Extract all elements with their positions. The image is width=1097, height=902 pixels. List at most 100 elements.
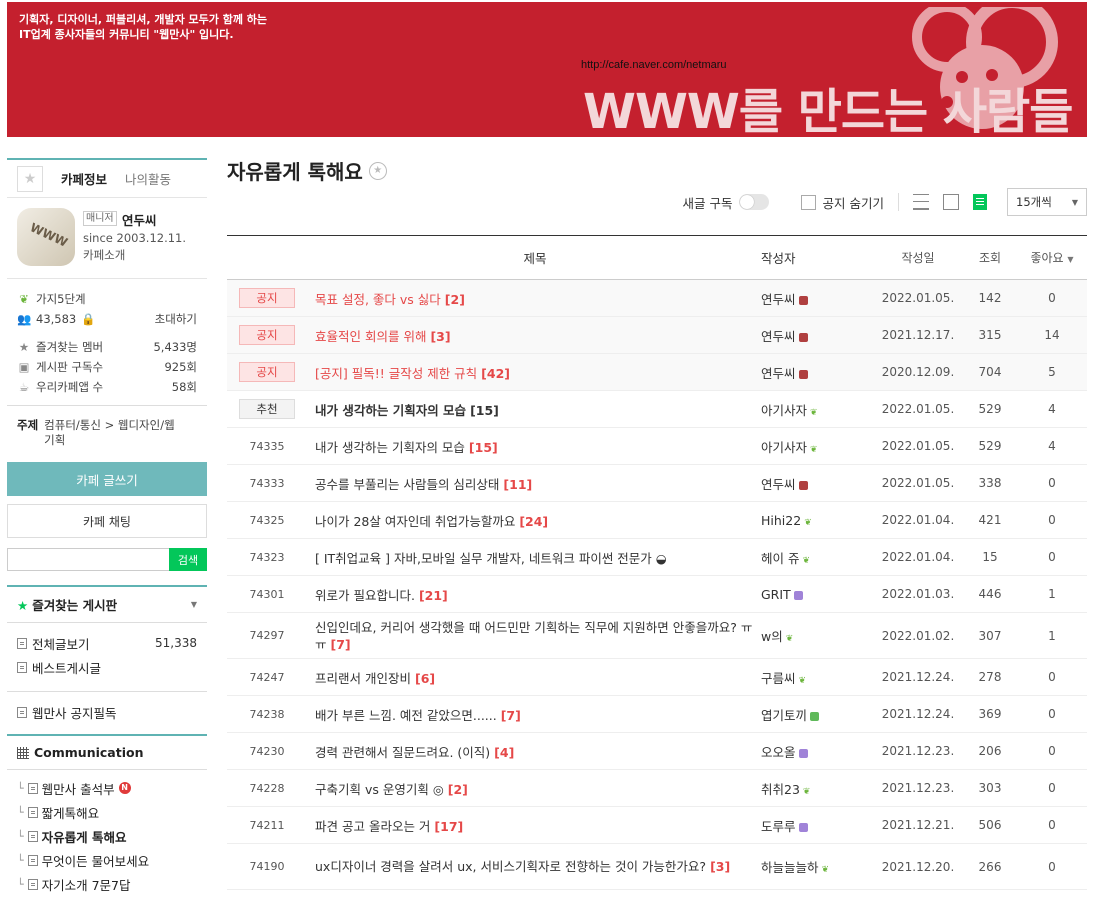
table-row[interactable]: 74247 프리랜서 개인장비 [6] 구름씨 ❦ 2021.12.24. 278 … — [227, 658, 1087, 696]
invite-link[interactable]: 초대하기 — [155, 311, 197, 327]
cafe-avatar[interactable]: WWW — [17, 208, 75, 266]
post-author[interactable]: 연두씨 — [761, 292, 796, 307]
post-title[interactable]: 나이가 28살 여자인데 취업가능할까요 — [315, 514, 515, 529]
table-row[interactable]: 74230 경력 관련해서 질문드려요. (이직) [4] 오오올 2021.12… — [227, 732, 1087, 770]
post-title[interactable]: 파견 공고 올라오는 거 — [315, 819, 430, 834]
post-title[interactable]: 효율적인 회의를 위해 — [315, 329, 426, 344]
favorite-boards-header[interactable]: ★ 즐겨찾는 게시판 ▼ — [7, 585, 207, 623]
post-title[interactable]: 구축기획 vs 운영기획 ◎ — [315, 782, 444, 797]
table-row[interactable]: 공지 목표 설정, 좋다 vs 싫다 [2] 연두씨 2022.01.05. 14… — [227, 279, 1087, 317]
card-view-icon[interactable] — [943, 194, 959, 210]
table-row[interactable]: 74190 ux디자이너 경력을 살려서 ux, 서비스기획자로 전향하는 것이… — [227, 843, 1087, 890]
post-author[interactable]: 구름씨 — [761, 671, 796, 686]
post-title[interactable]: 위로가 필요합니다. — [315, 588, 415, 603]
text-view-icon[interactable] — [973, 194, 987, 210]
post-author[interactable]: 도루루 — [761, 819, 796, 834]
post-title[interactable]: 목표 설정, 좋다 vs 싫다 — [315, 292, 441, 307]
tab-my-activity[interactable]: 나의활동 — [125, 169, 171, 188]
board-short-talk[interactable]: └ 짧게톡해요 — [17, 800, 197, 824]
post-title[interactable]: 배가 부른 느낌. 예전 같았으면...... — [315, 708, 497, 723]
star-icon[interactable]: ★ — [17, 165, 43, 192]
post-author[interactable]: 연두씨 — [761, 329, 796, 344]
table-row[interactable]: 74211 파견 공고 올라오는 거 [17] 도루루 2021.12.21. 5… — [227, 806, 1087, 844]
post-title[interactable]: 신입인데요, 커리어 생각했을 때 어드민만 기획하는 직무에 지원하면 안좋을… — [315, 620, 752, 652]
board-introduction[interactable]: └ 자기소개 7문7답 — [17, 872, 197, 896]
post-author[interactable]: 아기사자 — [761, 440, 807, 455]
manager-name[interactable]: 연두씨 — [122, 210, 157, 229]
hide-notice-label[interactable]: 공지 숨기기 — [823, 193, 884, 212]
member-count[interactable]: 43,583 — [36, 312, 76, 326]
post-author[interactable]: 헤이 쥬 — [761, 551, 799, 566]
comment-count[interactable]: [42] — [481, 366, 510, 381]
comment-count[interactable]: [3] — [430, 329, 450, 344]
table-row[interactable]: 74301 위로가 필요합니다. [21] GRIT 2022.01.03. 44… — [227, 575, 1087, 613]
col-likes[interactable]: 좋아요 ▼ — [1017, 235, 1087, 280]
table-row[interactable]: 74323 [ IT취업교육 ] 자바,모바일 실무 개발자, 네트워크 파이썬… — [227, 538, 1087, 576]
post-title[interactable]: [ IT취업교육 ] 자바,모바일 실무 개발자, 네트워크 파이썬 전문가 ◒ — [315, 551, 667, 566]
post-title[interactable]: [공지] 필독!! 글작성 제한 규칙 — [315, 366, 477, 381]
comment-count[interactable]: [15] — [470, 403, 499, 418]
search-input[interactable] — [7, 548, 169, 571]
member-level-icon — [798, 748, 808, 758]
cafe-intro-link[interactable]: 카페소개 — [83, 247, 125, 263]
post-author[interactable]: 취취23 — [761, 782, 800, 797]
search-button[interactable]: 검색 — [169, 548, 207, 571]
table-row[interactable]: 공지 [공지] 필독!! 글작성 제한 규칙 [42] 연두씨 2020.12.0… — [227, 353, 1087, 391]
table-row[interactable]: 74325 나이가 28살 여자인데 취업가능할까요 [24] Hihi22 ❦ 2… — [227, 501, 1087, 539]
post-author[interactable]: 연두씨 — [761, 477, 796, 492]
table-row[interactable]: 74297 신입인데요, 커리어 생각했을 때 어드민만 기획하는 직무에 지원… — [227, 612, 1087, 659]
post-title[interactable]: 내가 생각하는 기획자의 모습 — [315, 403, 466, 418]
list-view-icon[interactable] — [913, 194, 929, 210]
menu-all-posts[interactable]: 전체글보기 51,338 — [17, 631, 197, 655]
comment-count[interactable]: [17] — [434, 819, 463, 834]
cafe-chat-button[interactable]: 카페 채팅 — [7, 504, 207, 538]
table-row[interactable]: 74238 배가 부른 느낌. 예전 같았으면...... [7] 엽기토끼 20… — [227, 695, 1087, 733]
comment-count[interactable]: [7] — [501, 708, 521, 723]
post-author[interactable]: 하늘늘늘하 — [761, 860, 819, 875]
chevron-down-icon[interactable]: ▼ — [191, 600, 197, 609]
comment-count[interactable]: [2] — [448, 782, 468, 797]
comment-count[interactable]: [7] — [331, 637, 351, 652]
table-row[interactable]: 74228 구축기획 vs 운영기획 ◎ [2] 취취23 ❦ 2021.12.23… — [227, 769, 1087, 807]
hide-notice-checkbox[interactable] — [800, 194, 816, 210]
comment-count[interactable]: [2] — [445, 292, 465, 307]
per-page-select[interactable]: 15개씩 ▼ — [1007, 188, 1087, 216]
post-author[interactable]: 아기사자 — [761, 403, 807, 418]
post-likes: 0 — [1017, 843, 1087, 890]
group-communication[interactable]: Communication — [7, 734, 207, 770]
post-title[interactable]: 내가 생각하는 기획자의 모습 — [315, 440, 465, 455]
post-author[interactable]: 엽기토끼 — [761, 708, 807, 723]
post-author[interactable]: w의 — [761, 629, 783, 644]
table-row[interactable]: 74335 내가 생각하는 기획자의 모습 [15] 아기사자 ❦ 2022.01.… — [227, 427, 1087, 465]
post-title[interactable]: 프리랜서 개인장비 — [315, 671, 411, 686]
subscribe-toggle[interactable] — [738, 194, 769, 210]
cafe-banner[interactable]: 기획자, 디자이너, 퍼블리셔, 개발자 모두가 함께 하는 IT업계 종사자들… — [7, 2, 1087, 137]
table-row[interactable]: 추천 내가 생각하는 기획자의 모습 [15] 아기사자 ❦ 2022.01.05.… — [227, 390, 1087, 428]
write-post-button[interactable]: 카페 글쓰기 — [7, 462, 207, 496]
comment-count[interactable]: [3] — [710, 859, 730, 874]
table-row[interactable]: 공지 효율적인 회의를 위해 [3] 연두씨 2021.12.17. 315 14 — [227, 316, 1087, 354]
menu-best-posts[interactable]: 베스트게시글 — [17, 655, 197, 679]
post-author[interactable]: Hihi22 — [761, 513, 801, 528]
table-row[interactable]: 74333 공수를 부풀리는 사람들의 심리상태 [11] 연두씨 2022.01… — [227, 464, 1087, 502]
post-author[interactable]: 오오올 — [761, 745, 796, 760]
board-ask-anything[interactable]: └ 무엇이든 물어보세요 — [17, 848, 197, 872]
comment-count[interactable]: [4] — [494, 745, 514, 760]
cafe-level[interactable]: 가지5단계 — [36, 291, 86, 307]
star-icon[interactable]: ★ — [368, 161, 387, 180]
comment-count[interactable]: [15] — [469, 440, 498, 455]
board-free-talk[interactable]: └ 자유롭게 톡해요 — [17, 824, 197, 848]
menu-notice-board[interactable]: 웹만사 공지필독 — [17, 700, 197, 724]
post-title[interactable]: 공수를 부풀리는 사람들의 심리상태 — [315, 477, 499, 492]
comment-count[interactable]: [24] — [519, 514, 548, 529]
comment-count[interactable]: [11] — [503, 477, 532, 492]
tab-cafe-info[interactable]: 카페정보 — [61, 169, 107, 188]
comment-count[interactable]: [21] — [419, 588, 448, 603]
board-attendance[interactable]: └ 웹만사 출석부 N — [17, 776, 197, 800]
post-author[interactable]: GRIT — [761, 587, 791, 602]
topic-value[interactable]: 컴퓨터/통신 > 웹디자인/웹기획 — [44, 418, 184, 448]
post-author[interactable]: 연두씨 — [761, 366, 796, 381]
post-title[interactable]: ux디자이너 경력을 살려서 ux, 서비스기획자로 전향하는 것이 가능한가요… — [315, 859, 706, 874]
post-title[interactable]: 경력 관련해서 질문드려요. (이직) — [315, 745, 490, 760]
comment-count[interactable]: [6] — [415, 671, 435, 686]
